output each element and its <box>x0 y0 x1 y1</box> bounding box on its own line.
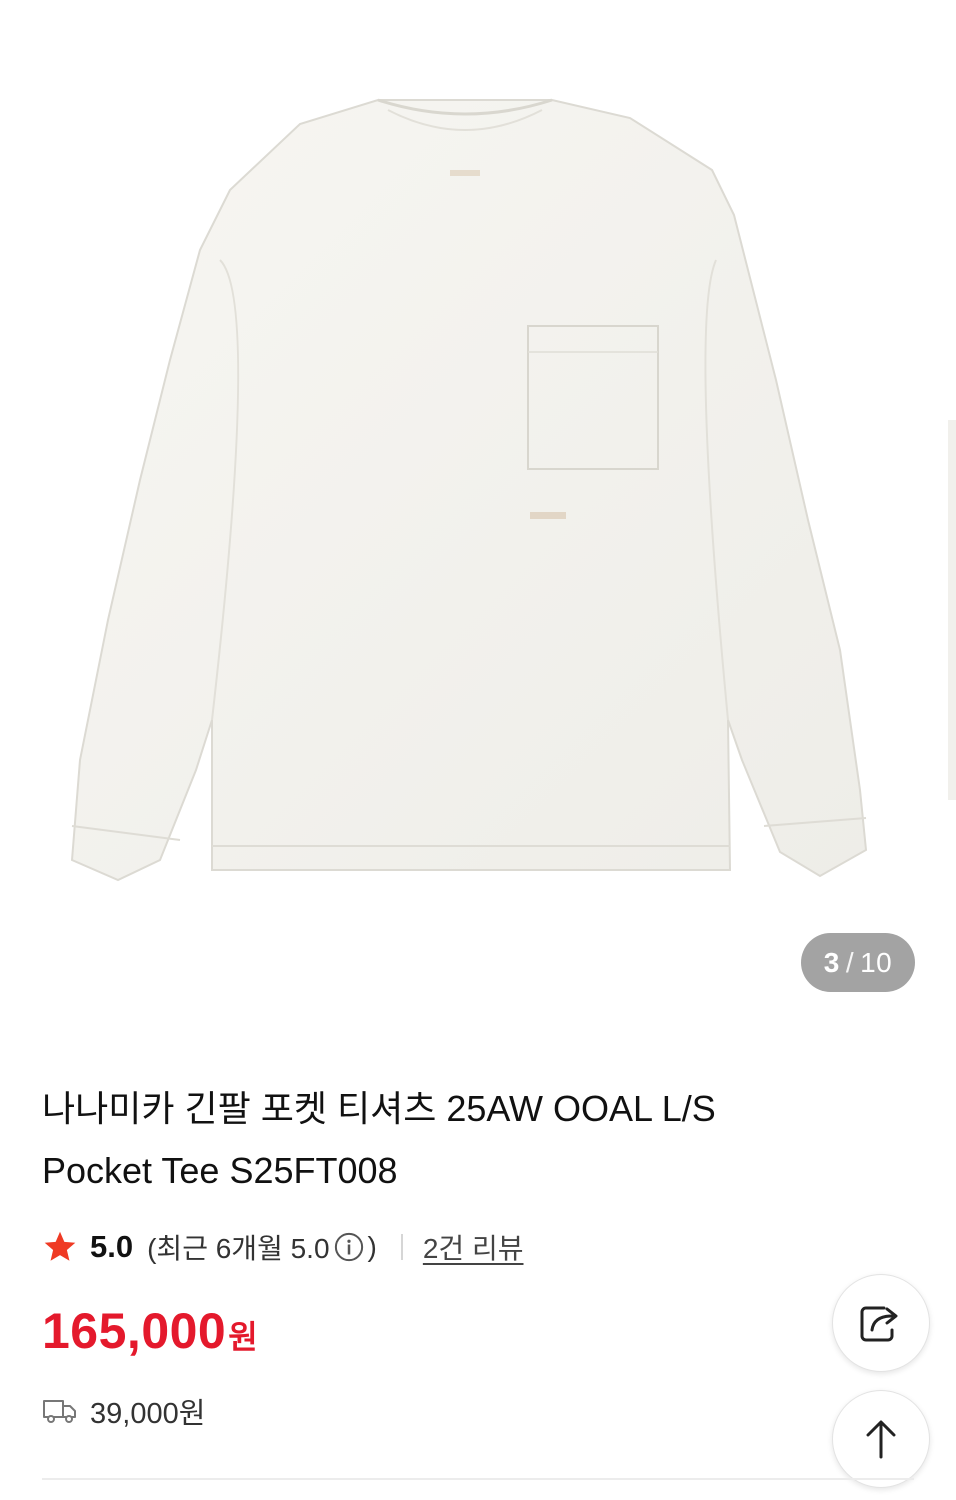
share-button[interactable] <box>832 1274 930 1372</box>
image-pager-badge: 3 / 10 <box>801 933 915 992</box>
pager-separator: / <box>845 946 855 978</box>
product-title: 나나미카 긴팔 포켓 티셔츠 25AW OOAL L/S Pocket Tee … <box>42 1088 716 1191</box>
review-count-link[interactable]: 2건 리뷰 <box>423 1227 524 1267</box>
rating-row: 5.0 (최근 6개월 5.0 ) 2건 리뷰 <box>42 1224 524 1270</box>
rating-divider <box>400 1234 403 1260</box>
star-icon <box>44 1231 76 1261</box>
product-image-gallery[interactable]: 3 / 10 <box>0 0 956 1020</box>
scroll-to-top-button[interactable] <box>832 1390 930 1488</box>
pager-total: 10 <box>860 946 893 978</box>
recent-rating-text: (최근 6개월 5.0 <box>147 1233 330 1264</box>
arrow-up-icon <box>866 1420 896 1459</box>
product-image <box>70 98 956 882</box>
pager-current: 3 <box>823 946 840 978</box>
rating-score: 5.0 <box>90 1229 134 1264</box>
section-divider <box>42 1478 914 1480</box>
info-icon[interactable] <box>334 1232 364 1262</box>
recent-rating: (최근 6개월 5.0 ) <box>147 1227 377 1267</box>
truck-icon <box>43 1400 76 1423</box>
price-unit: 원 <box>228 1319 258 1355</box>
price-amount: 165,000 <box>42 1303 227 1359</box>
shipping-fee: 39,000원 <box>90 1398 206 1430</box>
shipping-fee-row: 39,000원 <box>42 1390 205 1432</box>
recent-rating-close: ) <box>367 1231 377 1262</box>
product-price: 165,000 원 <box>42 1302 258 1366</box>
share-icon <box>860 1306 898 1342</box>
